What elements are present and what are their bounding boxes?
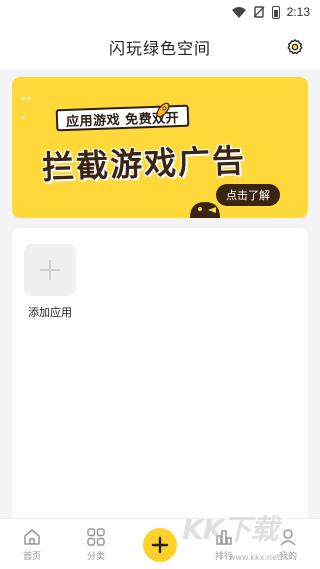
no-sim-icon: [253, 6, 265, 18]
rocket-icon: [156, 102, 170, 118]
nav-home-label: 首页: [22, 552, 41, 562]
add-app-button[interactable]: [24, 244, 76, 296]
status-time: 2:13: [286, 5, 310, 19]
center-add-button[interactable]: [143, 528, 177, 562]
gear-icon: [287, 39, 303, 55]
watermark-url: www.kkx.net: [228, 553, 280, 562]
learn-more-button[interactable]: 点击了解: [216, 184, 280, 206]
nav-categories[interactable]: 分类: [76, 527, 116, 562]
banner-headline: 拦截游戏广告: [41, 141, 247, 187]
app-header: 闪玩绿色空间: [0, 24, 320, 70]
plus-icon: [40, 260, 60, 280]
nav-categories-label: 分类: [86, 552, 105, 562]
grid-icon: [87, 528, 105, 546]
plus-icon: [151, 536, 169, 554]
add-app-label: 添加应用: [28, 306, 72, 319]
watermark: KK下载: [182, 513, 278, 546]
apps-card: 添加应用: [12, 228, 308, 528]
home-icon: [24, 529, 40, 545]
promo-banner[interactable]: 应用游戏 免费双开 拦截游戏广告 点击了解: [12, 77, 308, 218]
settings-button[interactable]: [286, 38, 304, 56]
status-bar: 2:13: [0, 0, 320, 24]
decor-dots: [22, 85, 36, 119]
page-title: 闪玩绿色空间: [108, 39, 211, 58]
wifi-icon: [231, 6, 246, 18]
nav-home[interactable]: 首页: [12, 527, 52, 562]
battery-icon: [271, 5, 280, 19]
